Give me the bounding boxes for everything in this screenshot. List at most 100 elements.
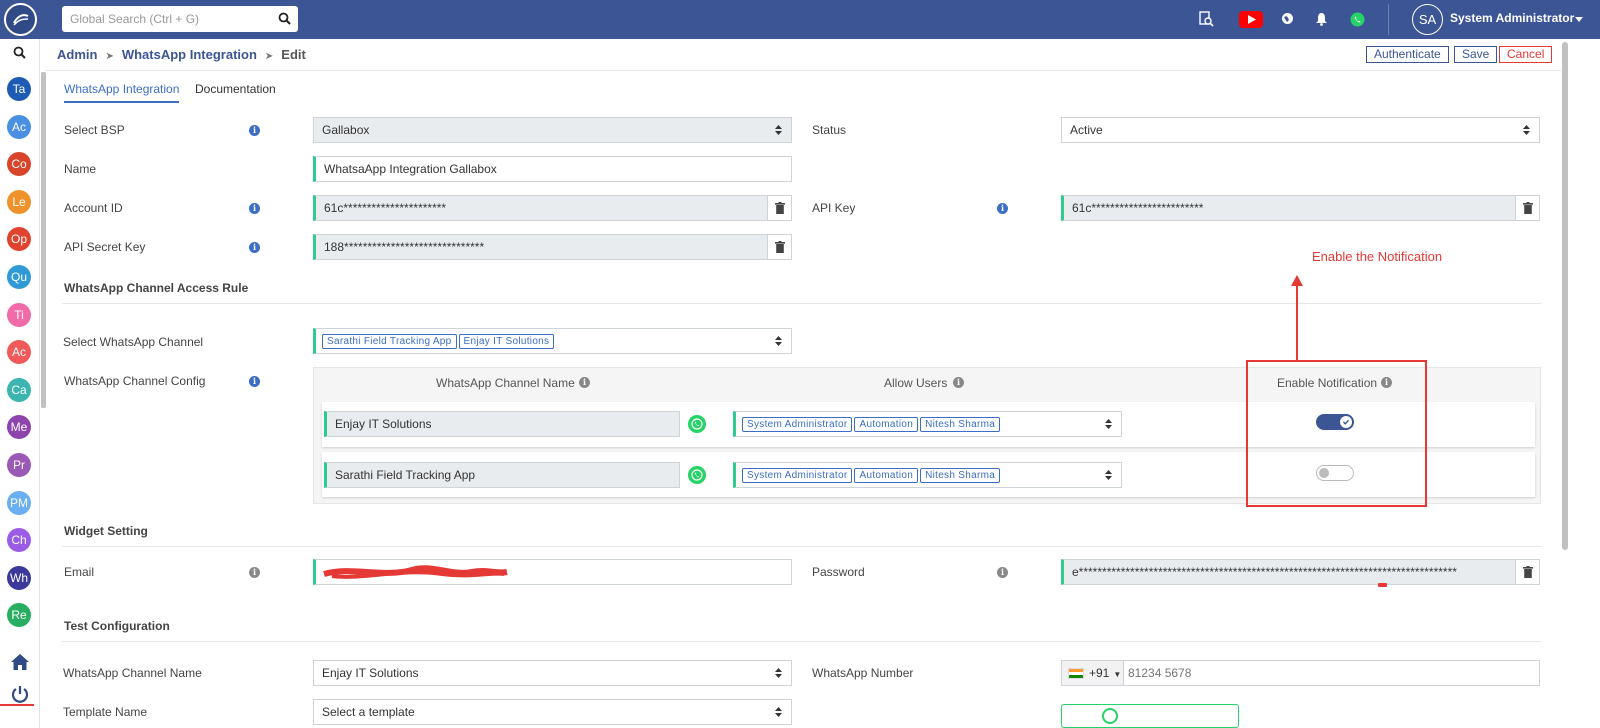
user-chip[interactable]: Nitesh Sharma [920, 417, 1001, 433]
app-logo[interactable] [4, 3, 37, 36]
user-chip[interactable]: System Administrator [742, 417, 853, 433]
delete-api-secret-button[interactable] [767, 235, 791, 259]
annotation-highlight-box [1246, 360, 1427, 507]
sidebar-module-pm[interactable]: PM [7, 490, 31, 515]
whatsapp-number-field[interactable]: +91 ▼ [1061, 660, 1540, 686]
breadcrumb-whatsapp-integration[interactable]: WhatsApp Integration [122, 47, 257, 62]
user-chip[interactable]: Automation [854, 468, 919, 484]
sidebar-module-re[interactable]: Re [7, 603, 31, 628]
access-rule-title: WhatsApp Channel Access Rule [64, 281, 249, 295]
api-secret-input[interactable]: 188****************************** [313, 234, 792, 260]
info-icon[interactable]: i [249, 203, 260, 214]
global-search-input[interactable] [70, 7, 270, 31]
info-icon[interactable]: i [953, 377, 964, 388]
info-icon[interactable]: i [579, 377, 590, 388]
sort-arrows-icon [775, 336, 782, 346]
select-channel-multiselect[interactable]: Sarathi Field Tracking App Enjay IT Solut… [313, 328, 792, 354]
api-key-input[interactable]: 61c************************ [1061, 195, 1540, 221]
info-icon[interactable]: i [997, 567, 1008, 578]
chevron-down-icon[interactable] [1575, 17, 1583, 22]
user-name[interactable]: System Administrator [1450, 11, 1574, 25]
breadcrumb-separator-icon: ➤ [105, 51, 114, 62]
bell-icon[interactable] [1315, 12, 1328, 26]
save-button[interactable]: Save [1454, 46, 1498, 63]
delete-password-button[interactable] [1515, 560, 1539, 584]
sidebar-module-co[interactable]: Co [7, 152, 31, 177]
whatsapp-number-input[interactable] [1128, 661, 1528, 685]
sidebar-module-ca[interactable]: Ca [7, 377, 31, 402]
home-icon[interactable] [10, 653, 30, 671]
account-id-label: Account ID [64, 201, 123, 215]
globe-icon[interactable] [1281, 12, 1294, 25]
name-input[interactable]: WhatsaApp Integration Gallabox [313, 156, 792, 182]
sidebar-module-ac[interactable]: Ac [7, 114, 31, 139]
power-icon[interactable] [11, 685, 29, 703]
sidebar-module-pr[interactable]: Pr [7, 453, 31, 477]
sort-arrows-icon [775, 707, 782, 717]
chevron-down-icon: ▼ [1113, 670, 1122, 679]
channel-chip[interactable]: Sarathi Field Tracking App [322, 334, 457, 350]
sidebar-module-me[interactable]: Me [7, 415, 31, 440]
sidebar-module-ti[interactable]: Ti [7, 302, 31, 327]
section-divider [62, 641, 1541, 642]
search-doc-icon[interactable] [1198, 11, 1214, 27]
email-input[interactable] [313, 559, 792, 585]
section-divider [62, 303, 1541, 304]
api-key-label: API Key [812, 201, 856, 215]
global-search[interactable] [62, 6, 298, 32]
user-chip[interactable]: Nitesh Sharma [920, 468, 1001, 484]
name-label: Name [64, 162, 97, 176]
whatsapp-icon [688, 415, 706, 433]
delete-account-id-button[interactable] [767, 196, 791, 220]
allow-users-multiselect[interactable]: System Administrator Automation Nitesh Sha… [733, 462, 1122, 488]
authenticate-button[interactable]: Authenticate [1366, 46, 1449, 63]
active-tab-indicator [64, 101, 179, 103]
select-channel-label: Select WhatsApp Channel [63, 335, 204, 349]
avatar[interactable]: SA [1412, 4, 1443, 35]
sidebar-module-le[interactable]: Le [7, 189, 31, 214]
sidebar-module-ta[interactable]: Ta [7, 77, 31, 101]
allow-users-header: Allow Users [884, 376, 948, 390]
user-chip[interactable]: System Administrator [742, 468, 853, 484]
sidebar-module-qu[interactable]: Qu [7, 265, 31, 289]
info-icon[interactable]: i [249, 376, 260, 387]
template-dropdown[interactable]: Select a template [313, 699, 792, 725]
account-id-input[interactable]: 61c********************** [313, 195, 792, 221]
whatsapp-icon[interactable] [1350, 12, 1365, 27]
sidebar-scrollbar[interactable] [41, 72, 46, 408]
sidebar-module-ac[interactable]: Ac [7, 340, 31, 365]
youtube-icon[interactable] [1239, 11, 1263, 28]
info-icon[interactable]: i [997, 203, 1008, 214]
password-value: e***************************************… [1072, 565, 1457, 579]
info-icon[interactable]: i [249, 125, 260, 136]
allow-users-multiselect[interactable]: System Administrator Automation Nitesh Sha… [733, 411, 1122, 437]
api-secret-label: API Secret Key [64, 240, 146, 254]
sidebar-module-op[interactable]: Op [7, 227, 31, 252]
test-channel-dropdown[interactable]: Enjay IT Solutions [313, 660, 792, 686]
info-icon[interactable]: i [249, 567, 260, 578]
sidebar-module-ch[interactable]: Ch [7, 528, 31, 553]
info-icon[interactable]: i [249, 242, 260, 253]
country-code-select[interactable]: +91 ▼ [1062, 661, 1124, 685]
sidebar-search-icon[interactable] [13, 46, 26, 59]
select-bsp-dropdown[interactable]: Gallabox [313, 117, 792, 143]
sidebar-module-wh[interactable]: Wh [7, 565, 31, 590]
password-error-marker [1378, 583, 1387, 587]
india-flag-icon [1068, 668, 1084, 680]
country-code: +91 [1089, 666, 1110, 680]
search-icon[interactable] [278, 12, 291, 25]
tab-whatsapp-integration[interactable]: WhatsApp Integration [64, 82, 179, 96]
trash-icon [1523, 566, 1533, 578]
send-test-button[interactable] [1061, 704, 1239, 728]
delete-api-key-button[interactable] [1515, 196, 1539, 220]
tab-documentation[interactable]: Documentation [195, 82, 276, 96]
breadcrumb-admin[interactable]: Admin [57, 47, 97, 62]
password-input[interactable]: e***************************************… [1061, 559, 1540, 585]
api-key-value: 61c************************ [1072, 201, 1204, 215]
top-bar: SA System Administrator [0, 0, 1600, 39]
cancel-button[interactable]: Cancel [1499, 46, 1553, 63]
status-dropdown[interactable]: Active [1061, 117, 1540, 143]
page-scrollbar[interactable] [1562, 42, 1568, 550]
user-chip[interactable]: Automation [854, 417, 919, 433]
channel-chip[interactable]: Enjay IT Solutions [458, 334, 555, 350]
